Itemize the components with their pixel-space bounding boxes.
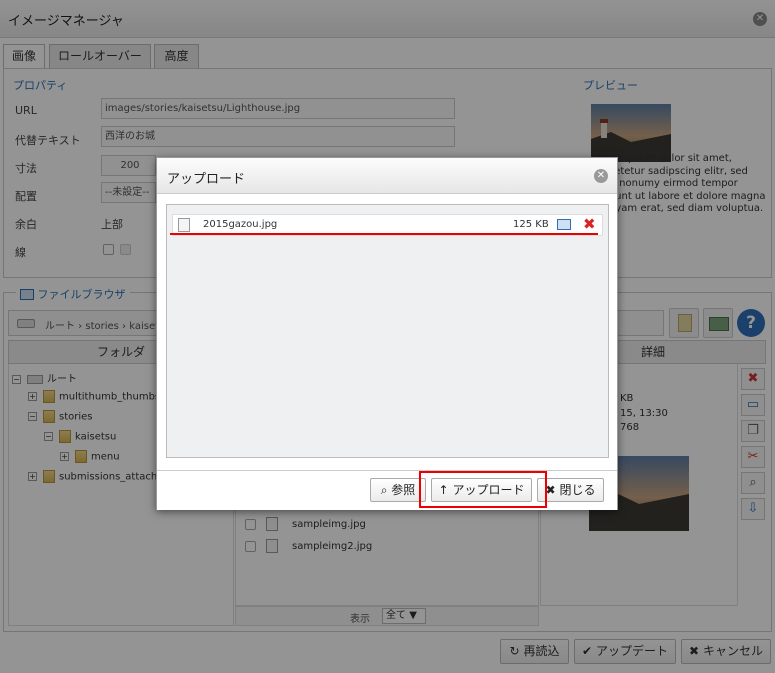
browse-button[interactable]: ⌕ 参照 xyxy=(370,478,426,502)
close-icon: ✖ xyxy=(545,483,556,497)
upload-file-name: 2015gazou.jpg xyxy=(203,219,278,230)
highlight-box xyxy=(419,471,547,508)
image-file-icon xyxy=(178,218,190,232)
highlight-underline xyxy=(170,233,598,235)
remove-file-icon[interactable]: ✖ xyxy=(583,215,596,233)
upload-file-size: 125 KB xyxy=(513,219,549,230)
upload-queue: 2015gazou.jpg 125 KB ✖ xyxy=(166,204,609,458)
close-dialog-icon[interactable]: ✕ xyxy=(594,169,608,183)
close-label: 閉じる xyxy=(559,483,596,497)
upload-dialog-header: アップロード ✕ xyxy=(157,158,617,194)
insert-icon[interactable] xyxy=(557,219,571,230)
upload-dialog-title: アップロード xyxy=(167,172,246,187)
search-icon: ⌕ xyxy=(380,483,388,497)
browse-label: 参照 xyxy=(391,483,416,497)
close-button[interactable]: ✖ 閉じる xyxy=(537,478,604,502)
upload-dialog: アップロード ✕ 2015gazou.jpg 125 KB ✖ ⌕ 参照 ↑ ア… xyxy=(156,157,618,510)
